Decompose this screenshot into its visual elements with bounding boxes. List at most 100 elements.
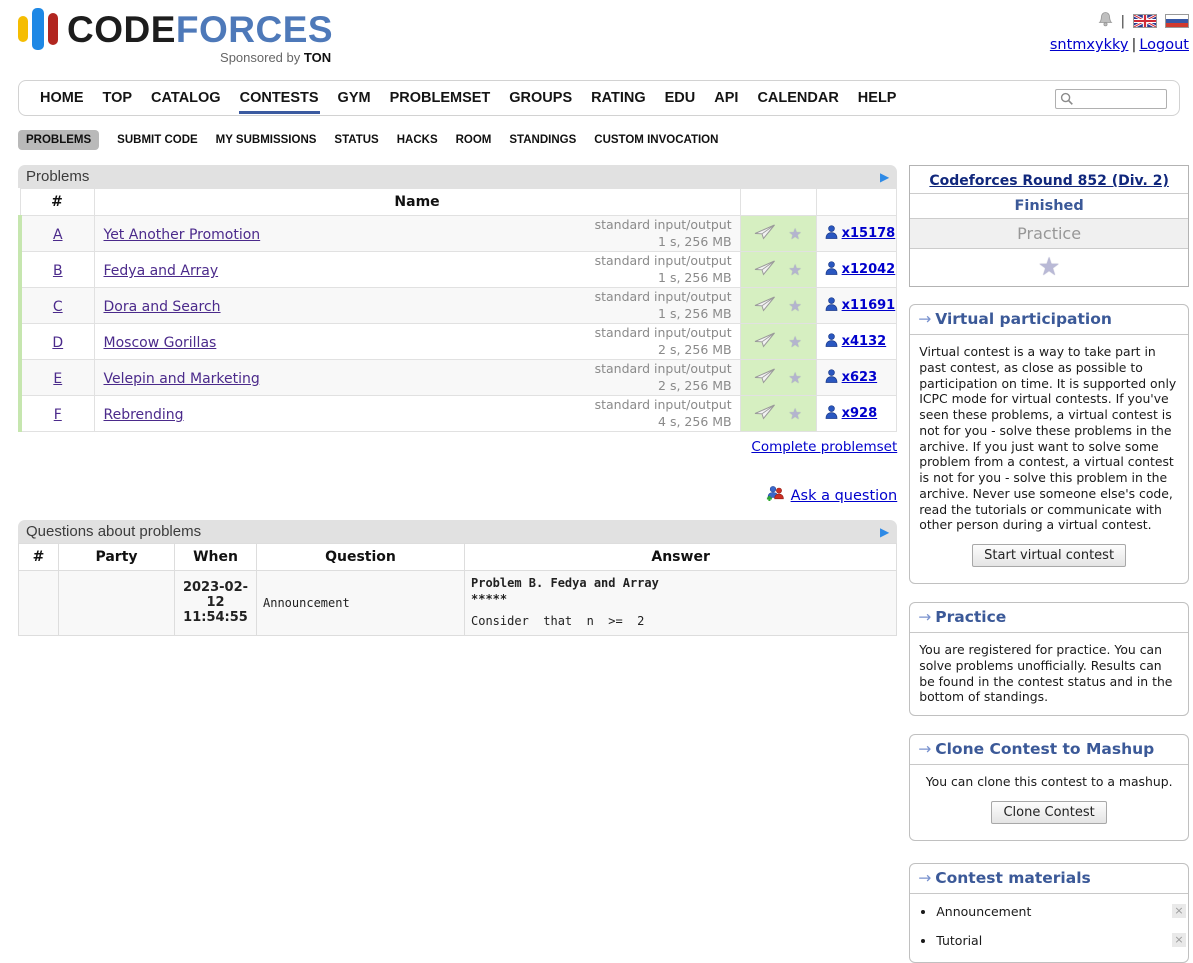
problem-name-link[interactable]: Moscow Gorillas xyxy=(104,335,217,351)
paper-plane-icon[interactable] xyxy=(754,296,776,316)
bell-icon[interactable] xyxy=(1098,11,1113,31)
paper-plane-icon[interactable] xyxy=(754,332,776,352)
caption-arrow-icon: → xyxy=(918,740,931,758)
virtual-participation-box: →Virtual participation Virtual contest i… xyxy=(909,304,1189,584)
tab-submit-code[interactable]: SUBMIT CODE xyxy=(117,134,198,146)
close-icon[interactable]: × xyxy=(1172,904,1186,918)
nav-item-home[interactable]: HOME xyxy=(39,82,85,114)
contest-materials-title: Contest materials xyxy=(935,869,1091,887)
ru-flag-icon[interactable] xyxy=(1165,14,1189,28)
question-answer: Problem B. Fedya and Array ***** Conside… xyxy=(465,571,897,636)
contest-title-link[interactable]: Codeforces Round 852 (Div. 2) xyxy=(929,173,1168,189)
problem-index-link[interactable]: D xyxy=(52,335,63,351)
paper-plane-icon[interactable] xyxy=(754,224,776,244)
problem-name-link[interactable]: Velepin and Marketing xyxy=(104,371,260,387)
main-nav: HOME TOP CATALOG CONTESTS GYM PROBLEMSET… xyxy=(18,80,1180,116)
star-icon[interactable]: ★ xyxy=(788,333,801,351)
star-icon[interactable]: ★ xyxy=(788,297,801,315)
person-icon xyxy=(825,332,838,351)
nav-item-calendar[interactable]: CALENDAR xyxy=(756,82,839,114)
paper-plane-icon[interactable] xyxy=(754,260,776,280)
problem-name-link[interactable]: Dora and Search xyxy=(104,299,221,315)
uk-flag-icon[interactable] xyxy=(1133,14,1157,28)
start-virtual-contest-button[interactable]: Start virtual contest xyxy=(972,544,1126,567)
star-icon[interactable]: ★ xyxy=(788,225,801,243)
sidebar: Codeforces Round 852 (Div. 2) Finished P… xyxy=(909,165,1189,963)
nav-item-contests[interactable]: CONTESTS xyxy=(239,82,320,114)
star-large-icon[interactable]: ★ xyxy=(1038,252,1060,281)
ask-question-link[interactable]: Ask a question xyxy=(791,488,898,504)
problem-row-f: F Rebrending standard input/output4 s, 2… xyxy=(20,396,897,432)
tab-hacks[interactable]: HACKS xyxy=(397,134,438,146)
problems-caption-bar: Problems ▶ xyxy=(18,165,897,188)
nav-item-catalog[interactable]: CATALOG xyxy=(150,82,222,114)
logout-link[interactable]: Logout xyxy=(1139,37,1189,53)
solved-count-link[interactable]: x928 xyxy=(842,406,878,421)
solved-count-link[interactable]: x623 xyxy=(842,370,878,385)
material-item-tutorial: Tutorial × xyxy=(936,933,1188,948)
star-icon[interactable]: ★ xyxy=(788,369,801,387)
solved-count-link[interactable]: x15178 xyxy=(842,226,896,241)
header-divider: | xyxy=(1121,14,1125,29)
questions-caption-bar: Questions about problems ▶ xyxy=(18,520,897,543)
tab-custom-invocation[interactable]: CUSTOM INVOCATION xyxy=(594,134,718,146)
problem-index-link[interactable]: B xyxy=(53,263,63,279)
col-header-question: Question xyxy=(257,544,465,571)
search-icon xyxy=(1060,91,1074,110)
username-link[interactable]: sntmxykky xyxy=(1050,37,1129,53)
question-when: 2023-02-12 11:54:55 xyxy=(175,571,257,636)
problem-limits: standard input/output1 s, 256 MB xyxy=(590,252,740,288)
star-icon[interactable]: ★ xyxy=(788,405,801,423)
nav-item-groups[interactable]: GROUPS xyxy=(508,82,573,114)
nav-item-problemset[interactable]: PROBLEMSET xyxy=(389,82,492,114)
star-icon[interactable]: ★ xyxy=(788,261,801,279)
solved-count-link[interactable]: x11691 xyxy=(842,298,896,313)
virtual-participation-text: Virtual contest is a way to take part in… xyxy=(919,344,1176,532)
nav-item-rating[interactable]: RATING xyxy=(590,82,647,114)
tab-standings[interactable]: STANDINGS xyxy=(509,134,576,146)
logo-bars-icon xyxy=(18,8,58,50)
tab-my-submissions[interactable]: MY SUBMISSIONS xyxy=(216,134,317,146)
nav-item-top[interactable]: TOP xyxy=(102,82,134,114)
material-tutorial-link[interactable]: Tutorial xyxy=(936,933,982,948)
nav-item-edu[interactable]: EDU xyxy=(664,82,697,114)
caption-play-icon[interactable]: ▶ xyxy=(880,171,889,183)
problem-name-link[interactable]: Fedya and Array xyxy=(104,263,219,279)
problem-index-link[interactable]: E xyxy=(53,371,62,387)
questions-header-row: # Party When Question Answer xyxy=(19,544,897,571)
tab-problems[interactable]: PROBLEMS xyxy=(18,130,99,150)
problem-name-link[interactable]: Rebrending xyxy=(104,407,184,423)
col-header-qnum: # xyxy=(19,544,59,571)
contest-status: Finished xyxy=(910,194,1188,219)
search-box xyxy=(1055,88,1167,109)
nav-item-api[interactable]: API xyxy=(713,82,739,114)
problem-index-link[interactable]: A xyxy=(53,227,63,243)
nav-item-help[interactable]: HELP xyxy=(857,82,898,114)
caption-play-icon[interactable]: ▶ xyxy=(880,526,889,538)
col-header-name: Name xyxy=(94,189,740,216)
logo[interactable]: CODEFORCES Sponsored by TON xyxy=(18,8,333,72)
person-icon xyxy=(825,260,838,279)
solved-count-link[interactable]: x12042 xyxy=(842,262,896,277)
solved-count-link[interactable]: x4132 xyxy=(842,334,887,349)
close-icon[interactable]: × xyxy=(1172,933,1186,947)
tab-room[interactable]: ROOM xyxy=(456,134,492,146)
material-announcement-link[interactable]: Announcement xyxy=(936,904,1031,919)
problem-index-link[interactable]: F xyxy=(54,407,62,423)
logo-tagline: Sponsored by TON xyxy=(18,50,333,65)
virtual-participation-title: Virtual participation xyxy=(935,310,1112,328)
questions-box: Questions about problems ▶ # Party When … xyxy=(18,520,897,636)
problem-index-link[interactable]: C xyxy=(53,299,63,315)
problems-box: Problems ▶ # Name A Yet Another Promotio… xyxy=(18,165,897,432)
problems-header-row: # Name xyxy=(20,189,897,216)
problem-name-link[interactable]: Yet Another Promotion xyxy=(104,227,261,243)
col-header-icons xyxy=(740,189,816,216)
clone-contest-button[interactable]: Clone Contest xyxy=(991,801,1106,824)
logo-wordmark[interactable]: CODEFORCES xyxy=(67,11,333,48)
complete-problemset-link[interactable]: Complete problemset xyxy=(751,439,897,455)
clone-mashup-title: Clone Contest to Mashup xyxy=(935,740,1154,758)
nav-item-gym[interactable]: GYM xyxy=(337,82,372,114)
tab-status[interactable]: STATUS xyxy=(334,134,378,146)
paper-plane-icon[interactable] xyxy=(754,368,776,388)
paper-plane-icon[interactable] xyxy=(754,404,776,424)
